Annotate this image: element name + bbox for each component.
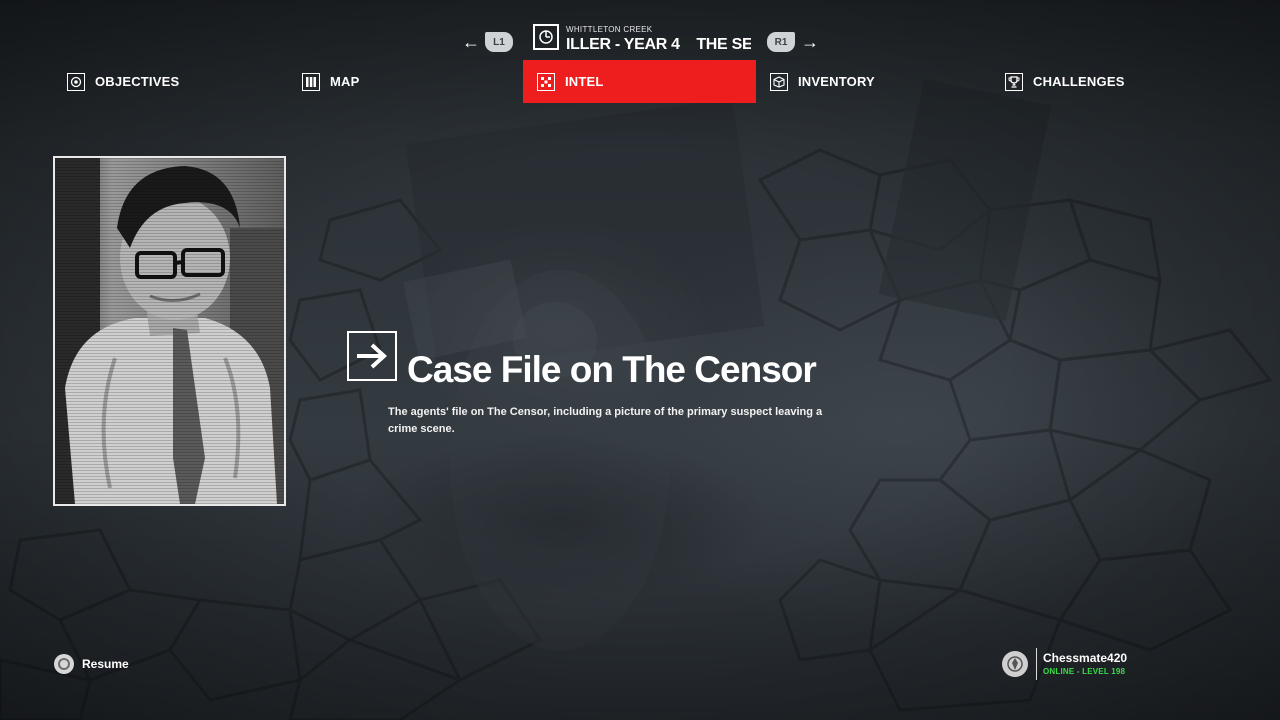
tab-inventory[interactable]: INVENTORY (770, 60, 875, 103)
profile-divider (1036, 648, 1037, 680)
tab-label: CHALLENGES (1033, 74, 1125, 89)
player-name: Chessmate420 (1043, 650, 1128, 665)
mission-name: ILLER - YEAR 4 THE SE (566, 36, 751, 53)
intel-item-icon (347, 331, 397, 381)
r1-button-hint[interactable]: R1 (767, 32, 795, 52)
tab-map[interactable]: MAP (302, 60, 360, 103)
suspect-photo (53, 156, 286, 506)
circle-button-icon (54, 654, 74, 674)
tab-label: INVENTORY (798, 74, 875, 89)
suspect-portrait-image (55, 158, 284, 504)
previous-arrow-icon[interactable]: ← (462, 33, 480, 51)
box-icon (770, 72, 788, 91)
mission-title: WHITTLETON CREEK ILLER - YEAR 4 THE SE (566, 25, 751, 55)
l1-button-hint[interactable]: L1 (485, 32, 513, 52)
next-arrow-icon[interactable]: → (801, 33, 819, 51)
mission-selector: ← L1 WHITTLETON CREEK ILLER - YEAR 4 THE… (460, 24, 830, 60)
intel-icon (537, 72, 555, 91)
resume-button[interactable]: Resume (54, 654, 129, 674)
tab-challenges[interactable]: CHALLENGES (1005, 60, 1125, 103)
resume-label: Resume (82, 657, 129, 671)
tab-label: OBJECTIVES (95, 74, 180, 89)
intel-title: Case File on The Censor (407, 349, 817, 390)
tab-objectives[interactable]: OBJECTIVES (67, 60, 179, 103)
crosshair-icon (533, 24, 559, 50)
menu-tabs: OBJECTIVES MAP INTEL INVENTORY CHALLENGE… (0, 60, 1280, 103)
player-status: ONLINE - LEVEL 198 (1043, 666, 1126, 676)
player-profile: Chessmate420 ONLINE - LEVEL 198 (1002, 647, 1127, 681)
tab-label: INTEL (565, 74, 604, 89)
mission-location: WHITTLETON CREEK (566, 25, 653, 34)
map-icon (302, 72, 320, 91)
tab-intel[interactable]: INTEL (523, 60, 756, 103)
trophy-icon (1005, 72, 1023, 91)
tab-label: MAP (330, 74, 360, 89)
target-icon (67, 72, 85, 91)
player-badge-icon (1002, 651, 1028, 677)
intel-description: The agents' file on The Censor, includin… (388, 406, 823, 435)
arrow-right-icon (357, 343, 387, 369)
